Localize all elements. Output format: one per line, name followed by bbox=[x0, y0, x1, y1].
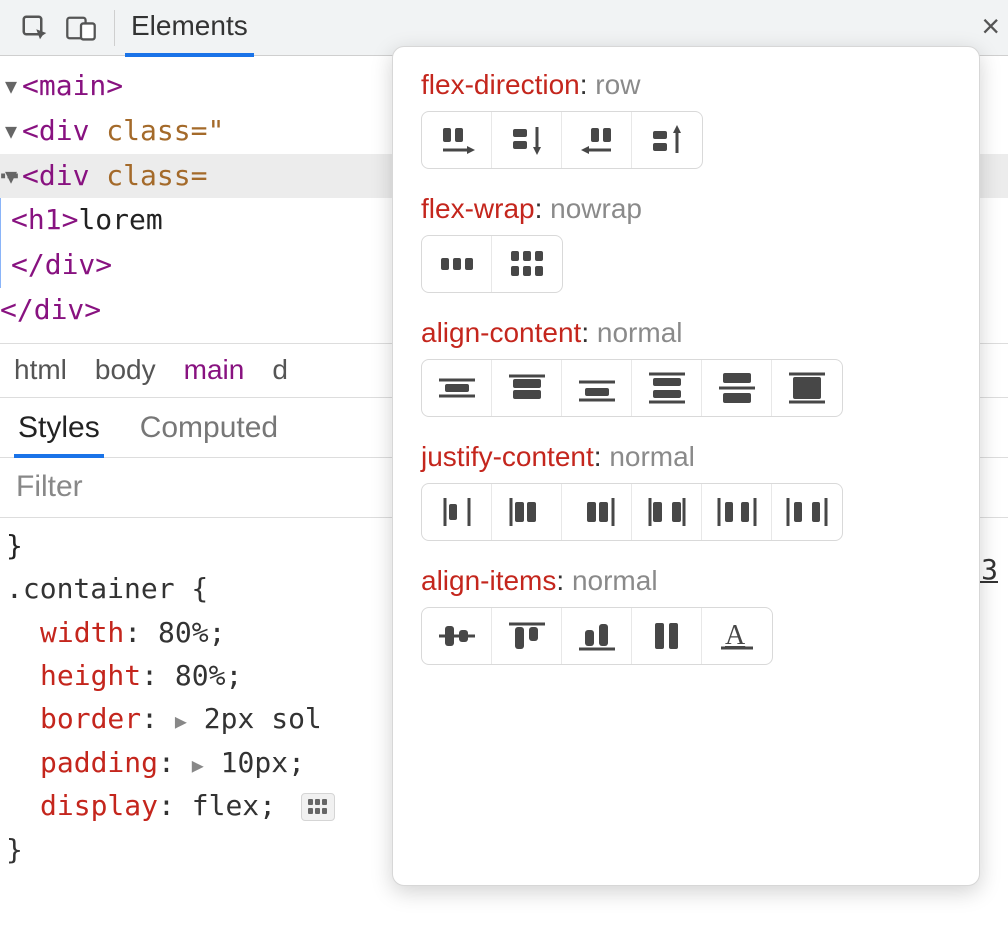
align-items-end-icon[interactable] bbox=[562, 608, 632, 664]
flex-direction-row-icon[interactable] bbox=[422, 112, 492, 168]
group-align-items: align-items: normal A bbox=[421, 565, 951, 665]
close-icon[interactable]: × bbox=[981, 8, 1000, 45]
crumb[interactable]: body bbox=[95, 354, 156, 386]
flex-direction-column-reverse-icon[interactable] bbox=[632, 112, 702, 168]
selector[interactable]: .container { bbox=[6, 572, 208, 605]
group-justify-content: justify-content: normal bbox=[421, 441, 951, 541]
align-content-space-between-icon[interactable] bbox=[702, 360, 772, 416]
crumb[interactable]: d bbox=[272, 354, 288, 386]
justify-content-space-between-icon[interactable] bbox=[632, 484, 702, 540]
flex-editor-open-icon[interactable] bbox=[301, 793, 335, 821]
brace: } bbox=[6, 833, 23, 866]
align-items-center-icon[interactable] bbox=[422, 608, 492, 664]
align-items-start-icon[interactable] bbox=[492, 608, 562, 664]
flex-wrap-nowrap-icon[interactable] bbox=[422, 236, 492, 292]
inspect-icon[interactable] bbox=[12, 8, 58, 48]
styles-filter-input[interactable] bbox=[14, 469, 354, 505]
justify-content-space-evenly-icon[interactable] bbox=[772, 484, 842, 540]
align-content-space-around-icon[interactable] bbox=[632, 360, 702, 416]
brace: } bbox=[6, 529, 23, 562]
align-content-start-icon[interactable] bbox=[492, 360, 562, 416]
flex-editor-popover: flex-direction: row flex-wrap: nowrap al… bbox=[392, 46, 980, 886]
toolbar-separator bbox=[114, 10, 115, 46]
flex-direction-column-icon[interactable] bbox=[492, 112, 562, 168]
flex-wrap-wrap-icon[interactable] bbox=[492, 236, 562, 292]
tab-computed[interactable]: Computed bbox=[140, 411, 278, 457]
group-flex-wrap: flex-wrap: nowrap bbox=[421, 193, 951, 293]
group-flex-direction: flex-direction: row bbox=[421, 69, 951, 169]
align-content-end-icon[interactable] bbox=[562, 360, 632, 416]
justify-content-start-icon[interactable] bbox=[492, 484, 562, 540]
justify-content-space-around-icon[interactable] bbox=[702, 484, 772, 540]
crumb[interactable]: main bbox=[184, 354, 245, 386]
tab-elements[interactable]: Elements bbox=[125, 0, 254, 56]
flex-direction-row-reverse-icon[interactable] bbox=[562, 112, 632, 168]
align-items-stretch-icon[interactable] bbox=[632, 608, 702, 664]
tab-styles[interactable]: Styles bbox=[18, 411, 100, 457]
device-toggle-icon[interactable] bbox=[58, 8, 104, 48]
crumb[interactable]: html bbox=[14, 354, 67, 386]
svg-text:A: A bbox=[725, 620, 746, 651]
align-content-stretch-icon[interactable] bbox=[772, 360, 842, 416]
align-content-center-icon[interactable] bbox=[422, 360, 492, 416]
justify-content-end-icon[interactable] bbox=[562, 484, 632, 540]
group-align-content: align-content: normal bbox=[421, 317, 951, 417]
justify-content-center-icon[interactable] bbox=[422, 484, 492, 540]
align-items-baseline-icon[interactable]: A bbox=[702, 608, 772, 664]
